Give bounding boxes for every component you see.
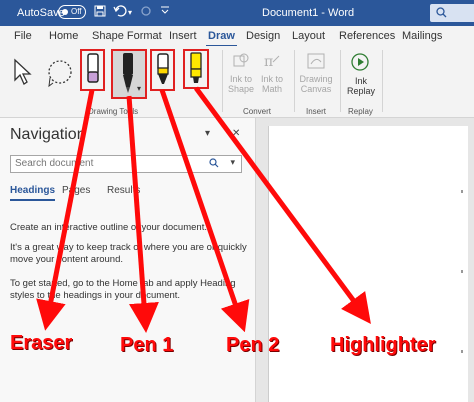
tab-file[interactable]: File — [14, 30, 32, 42]
group-label-drawing-tools: Drawing Tools — [88, 107, 139, 116]
ink-to-shape-button[interactable]: Ink to Shape — [226, 74, 256, 94]
title-bar: AutoSave Off ▾ Document1 - Word — [0, 0, 474, 26]
pane-options-icon[interactable]: ▾ — [205, 128, 210, 139]
tab-design[interactable]: Design — [246, 30, 280, 42]
tab-results[interactable]: Results — [107, 185, 140, 196]
drawing-canvas-button[interactable]: Drawing Canvas — [296, 74, 336, 94]
lasso-select-icon[interactable] — [44, 58, 74, 93]
select-pointer-icon[interactable] — [12, 58, 34, 91]
ribbon-separator — [340, 50, 341, 112]
search-box[interactable] — [430, 4, 474, 22]
pen2-icon[interactable] — [155, 52, 171, 93]
undo-dropdown-icon[interactable]: ▾ — [128, 8, 132, 17]
text-marker — [461, 270, 463, 273]
redo-icon[interactable] — [140, 5, 152, 20]
close-icon[interactable]: ✕ — [232, 128, 240, 139]
tab-insert[interactable]: Insert — [169, 30, 197, 42]
document-area[interactable] — [256, 118, 474, 402]
customize-icon[interactable] — [160, 4, 170, 19]
pen1-callout: Pen 1 — [120, 334, 174, 356]
ink-replay-icon[interactable] — [350, 52, 370, 77]
highlighter-icon[interactable] — [188, 51, 204, 90]
tab-headings[interactable]: Headings — [10, 185, 56, 201]
group-label-replay: Replay — [348, 107, 373, 116]
save-icon[interactable] — [94, 5, 106, 20]
group-label-convert: Convert — [243, 107, 272, 116]
navigation-title: Navigation — [10, 126, 86, 143]
nav-search-input[interactable]: Search document ▾ — [10, 155, 242, 173]
pen1-icon[interactable] — [120, 51, 136, 100]
highlighter-callout: Highlighter — [330, 334, 436, 356]
autosave-toggle[interactable]: Off — [58, 5, 86, 19]
ribbon-separator — [222, 50, 223, 112]
tab-references[interactable]: References — [339, 30, 395, 42]
document-page[interactable] — [268, 126, 468, 402]
tab-shape-format[interactable]: Shape Format — [92, 30, 162, 42]
undo-icon[interactable] — [113, 5, 127, 20]
chevron-down-icon[interactable]: ▾ — [230, 157, 235, 168]
tab-draw[interactable]: Draw — [206, 30, 237, 47]
tab-layout[interactable]: Layout — [292, 30, 325, 42]
tab-pages[interactable]: Pages — [62, 185, 90, 196]
drawing-canvas-icon[interactable] — [306, 52, 326, 75]
ribbon: ▾ Drawing Tools Ink to Shape π Ink to Ma… — [0, 46, 474, 118]
nav-help-text: It's a great way to keep track of where … — [10, 242, 247, 265]
ink-to-math-icon[interactable]: π — [263, 52, 281, 75]
navigation-pane: Navigation ▾ ✕ Search document ▾ Heading… — [0, 118, 256, 402]
ink-to-math-button[interactable]: Ink to Math — [258, 74, 286, 94]
document-title: Document1 - Word — [262, 7, 355, 19]
ribbon-separator — [382, 50, 383, 112]
search-icon[interactable] — [209, 158, 219, 171]
tab-mailings[interactable]: Mailings — [402, 30, 442, 42]
tab-home[interactable]: Home — [49, 30, 78, 42]
search-placeholder: Search document — [15, 158, 94, 169]
ink-to-shape-icon[interactable] — [232, 52, 250, 75]
eraser-icon[interactable] — [85, 52, 101, 93]
eraser-callout: Eraser — [10, 332, 73, 354]
pen1-dropdown-icon[interactable]: ▾ — [137, 84, 141, 93]
nav-help-text: To get started, go to the Home tab and a… — [10, 278, 236, 301]
ink-replay-button[interactable]: Ink Replay — [344, 76, 378, 96]
text-marker — [461, 190, 463, 193]
svg-text:π: π — [264, 54, 273, 70]
ribbon-tabs: File Home Shape Format Insert Draw Desig… — [0, 26, 474, 47]
nav-help-text: Create an interactive outline of your do… — [10, 222, 207, 233]
pen2-callout: Pen 2 — [226, 334, 280, 356]
ribbon-separator — [294, 50, 295, 112]
search-icon — [436, 7, 447, 18]
group-label-insert: Insert — [306, 107, 327, 116]
text-marker — [461, 350, 463, 353]
